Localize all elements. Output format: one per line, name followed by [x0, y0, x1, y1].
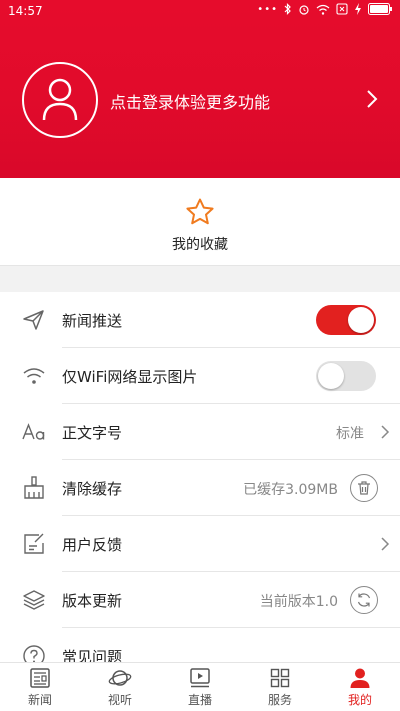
feedback-icon — [24, 533, 44, 554]
setting-label: 版本更新 — [62, 592, 123, 610]
nav-label: 新闻 — [27, 693, 52, 707]
toggle-knob — [348, 307, 374, 333]
chevron-right-icon[interactable] — [366, 88, 378, 110]
status-icons: ••• — [257, 3, 392, 15]
setting-row-wifi-images: 仅WiFi网络显示图片 — [0, 348, 400, 404]
favorites-section: 我的收藏 — [0, 178, 400, 266]
font-size-icon — [22, 423, 45, 440]
version-value: 当前版本1.0 — [259, 594, 338, 610]
setting-row-feedback[interactable]: 用户反馈 — [0, 516, 400, 572]
setting-label: 常见问题 — [62, 648, 123, 662]
setting-row-font-size[interactable]: 正文字号 标准 — [0, 404, 400, 460]
person-icon — [42, 78, 78, 121]
nav-live[interactable]: 直播 — [160, 663, 240, 711]
cache-size-value: 已缓存3.09MB — [243, 482, 338, 498]
grid-icon — [270, 668, 290, 688]
setting-row-version-update[interactable]: 版本更新 当前版本1.0 — [0, 572, 400, 628]
nav-services[interactable]: 服务 — [240, 663, 320, 711]
setting-row-push: 新闻推送 — [0, 292, 400, 348]
clear-cache-button[interactable] — [350, 474, 378, 502]
nav-label: 服务 — [267, 693, 292, 707]
question-icon — [23, 645, 45, 662]
wifi-images-toggle[interactable] — [316, 361, 376, 391]
nav-mine[interactable]: 我的 — [320, 663, 400, 711]
settings-list: 新闻推送 仅WiFi网络显示图片 正文字号 标准 清除缓存 已缓存3.09MB … — [0, 292, 400, 662]
refresh-icon — [357, 593, 371, 607]
alarm-icon — [298, 3, 310, 15]
layers-icon — [23, 590, 45, 610]
profile-header: 14:57 ••• 点击登录体验更多功能 — [0, 0, 400, 178]
charging-icon — [354, 3, 362, 15]
push-toggle[interactable] — [316, 305, 376, 335]
news-icon — [30, 668, 50, 688]
toggle-knob — [318, 363, 344, 389]
avatar[interactable] — [22, 62, 98, 138]
signal-dots-icon: ••• — [257, 3, 278, 15]
font-size-value: 标准 — [336, 426, 364, 442]
battery-icon — [368, 3, 392, 15]
setting-row-clear-cache[interactable]: 清除缓存 已缓存3.09MB — [0, 460, 400, 516]
login-prompt-text[interactable]: 点击登录体验更多功能 — [110, 89, 270, 113]
bottom-nav: 新闻 视听 直播 服务 我的 — [0, 662, 400, 711]
chevron-right-icon — [381, 537, 390, 551]
favorites-button[interactable]: 我的收藏 — [150, 178, 250, 266]
live-icon — [190, 668, 210, 688]
setting-label: 仅WiFi网络显示图片 — [62, 368, 198, 386]
favorites-label: 我的收藏 — [172, 237, 228, 253]
wifi-status-icon — [316, 4, 330, 15]
status-time: 14:57 — [8, 4, 43, 18]
nav-news[interactable]: 新闻 — [0, 663, 80, 711]
wifi-icon — [23, 368, 45, 384]
setting-label: 用户反馈 — [62, 536, 123, 554]
sim-off-icon — [336, 3, 348, 15]
chevron-right-icon — [381, 425, 390, 439]
bluetooth-icon — [284, 3, 292, 15]
setting-label: 正文字号 — [62, 424, 123, 442]
trash-icon — [358, 481, 370, 495]
setting-label: 清除缓存 — [62, 480, 123, 498]
broom-icon — [24, 476, 44, 499]
nav-label: 我的 — [347, 693, 372, 707]
login-prompt-row[interactable]: 点击登录体验更多功能 — [0, 62, 400, 138]
check-update-button[interactable] — [350, 586, 378, 614]
nav-label: 直播 — [187, 693, 212, 707]
setting-row-faq[interactable]: 常见问题 — [0, 628, 400, 662]
nav-audio-video[interactable]: 视听 — [80, 663, 160, 711]
planet-icon — [108, 670, 132, 686]
setting-label: 新闻推送 — [62, 312, 123, 330]
status-bar: 14:57 ••• — [0, 0, 400, 24]
star-icon — [186, 198, 214, 225]
user-icon — [350, 668, 370, 688]
nav-label: 视听 — [107, 693, 132, 707]
send-icon — [23, 310, 44, 330]
